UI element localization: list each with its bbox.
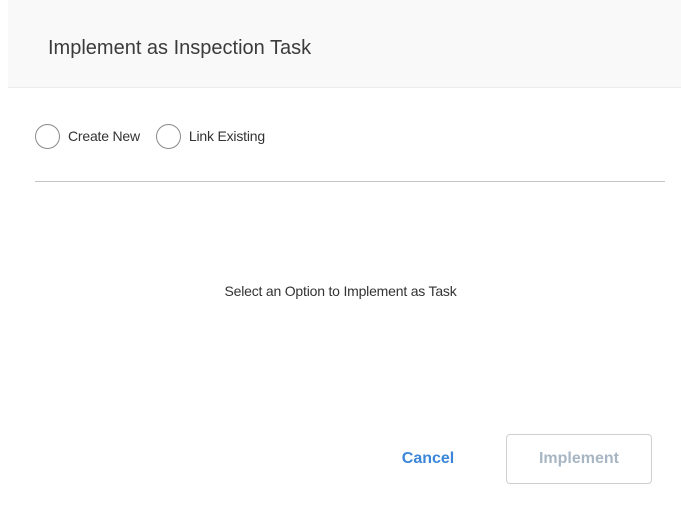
dialog-title: Implement as Inspection Task bbox=[48, 37, 312, 59]
link-existing-option[interactable]: Link Existing bbox=[155, 123, 265, 149]
create-new-option[interactable]: Create New bbox=[35, 123, 140, 149]
implement-task-dialog: Implement as Inspection Task Create New … bbox=[0, 0, 681, 525]
options-divider bbox=[35, 181, 665, 182]
implement-options: Create New Link Existing bbox=[35, 123, 281, 149]
create-new-label: Create New bbox=[68, 128, 140, 144]
link-existing-label: Link Existing bbox=[188, 128, 265, 144]
create-new-radio[interactable] bbox=[35, 123, 60, 149]
link-existing-radio[interactable] bbox=[155, 123, 181, 149]
cancel-button[interactable]: Cancel bbox=[388, 446, 468, 472]
implement-button[interactable]: Implement bbox=[506, 434, 652, 484]
empty-state-message: Select an Option to Implement as Task bbox=[224, 283, 457, 299]
dialog-header: Implement as Inspection Task bbox=[8, 0, 681, 88]
